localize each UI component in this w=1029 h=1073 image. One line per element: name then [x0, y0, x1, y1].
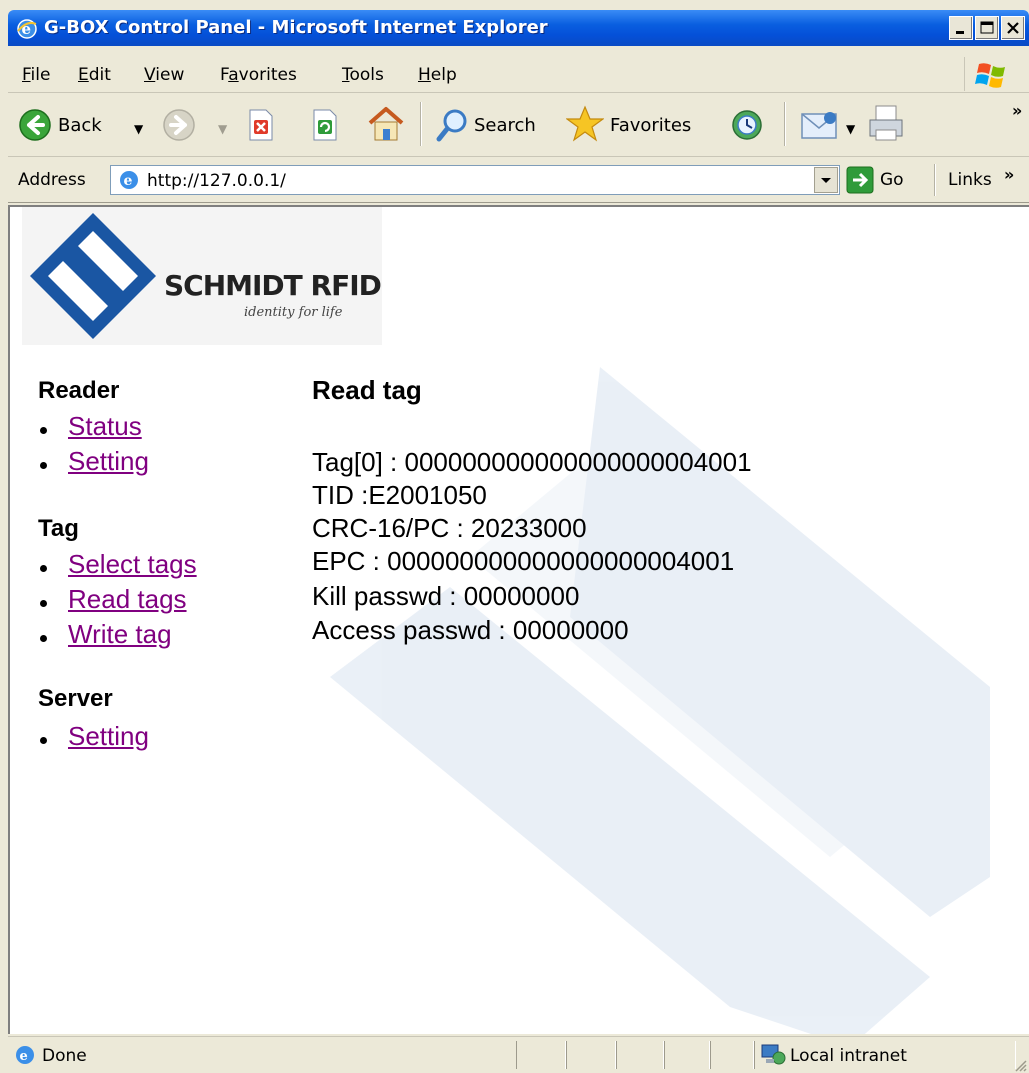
nav-heading-tag: Tag [38, 515, 79, 542]
bullet [40, 737, 47, 744]
back-dropdown-arrow-icon[interactable]: ▼ [134, 118, 143, 140]
zone-label: Local intranet [790, 1046, 907, 1066]
address-separator [934, 164, 936, 196]
search-magnifier-icon[interactable] [436, 108, 470, 142]
ie-page-icon: e [16, 1046, 34, 1064]
menu-help[interactable]: Help [418, 64, 457, 86]
nav-link-read-tags[interactable]: Read tags [68, 584, 187, 614]
nav-heading-reader: Reader [38, 377, 120, 404]
nav-heading-server: Server [38, 685, 113, 712]
back-arrow-icon[interactable] [18, 108, 52, 142]
browser-window: e G-BOX Control Panel - Microsoft Intern… [0, 0, 1029, 1073]
tag-line-tid: TID :E2001050 [312, 480, 487, 510]
chevron-down-icon [821, 178, 831, 183]
title-bar[interactable]: e G-BOX Control Panel - Microsoft Intern… [8, 10, 1029, 46]
stop-icon[interactable] [246, 108, 276, 142]
menu-file[interactable]: File [22, 64, 50, 86]
go-arrow-icon[interactable] [846, 166, 874, 194]
history-icon[interactable] [730, 108, 764, 142]
page-title: Read tag [312, 375, 422, 405]
bullet [40, 427, 47, 434]
favorites-button[interactable]: Favorites [610, 115, 691, 137]
links-button[interactable]: Links [948, 169, 992, 191]
menu-view[interactable]: View [144, 64, 184, 86]
minimize-button[interactable] [949, 16, 973, 40]
bullet [40, 462, 47, 469]
windows-flag-icon [975, 63, 1005, 88]
favorites-star-icon[interactable] [566, 105, 604, 143]
refresh-icon[interactable] [310, 108, 340, 142]
bullet [40, 565, 47, 572]
bullet [40, 600, 47, 607]
logo-tagline: identity for life [244, 305, 343, 320]
go-button[interactable]: Go [880, 169, 904, 191]
schmidt-s-logo-icon [30, 213, 156, 339]
nav-link-reader-setting[interactable]: Setting [68, 446, 149, 476]
address-label: Address [18, 170, 86, 190]
logo-name: SCHMIDT RFID [164, 269, 382, 302]
bullet [40, 635, 47, 642]
menu-bar: File Edit View Favorites Tools Help [8, 57, 1029, 93]
mail-dropdown-arrow-icon[interactable]: ▼ [846, 118, 855, 140]
nav-link-reader-status[interactable]: Status [68, 411, 142, 441]
search-button[interactable]: Search [474, 115, 536, 137]
ie-page-icon: e [120, 171, 138, 189]
address-bar: Address e http://127.0.0.1/ Go Links » [8, 158, 1029, 203]
nav-link-server-setting[interactable]: Setting [68, 721, 149, 751]
address-dropdown-button[interactable] [814, 167, 838, 193]
minimize-icon [956, 31, 964, 34]
nav-link-write-tag[interactable]: Write tag [68, 619, 172, 649]
status-text: Done [42, 1046, 87, 1066]
company-logo: SCHMIDT RFID identity for life [22, 207, 382, 345]
standard-toolbar: Back ▼ ▼ Search Favorites ▼ » [8, 94, 1029, 157]
status-panel [516, 1041, 566, 1069]
windows-flag-logo [964, 57, 1015, 91]
status-panel [710, 1041, 754, 1069]
tag-line-kill-passwd: Kill passwd : 00000000 [312, 581, 580, 611]
print-icon[interactable] [866, 104, 906, 144]
close-button[interactable] [1001, 16, 1025, 40]
tag-line-epc: EPC : 000000000000000000004001 [312, 546, 735, 576]
status-panel [566, 1041, 616, 1069]
page-content: SCHMIDT RFID identity for life Reader St… [8, 205, 1029, 1034]
maximize-button[interactable] [975, 16, 999, 40]
menu-edit[interactable]: Edit [78, 64, 111, 86]
toolbar-separator [784, 102, 786, 146]
status-bar: e Done Local intranet [8, 1036, 1029, 1073]
back-button[interactable]: Back [58, 115, 102, 137]
nav-link-select-tags[interactable]: Select tags [68, 549, 197, 579]
status-panel [616, 1041, 664, 1069]
tag-line-crc: CRC-16/PC : 20233000 [312, 513, 587, 543]
toolbar-overflow-chevron[interactable]: » [1012, 100, 1022, 122]
home-icon[interactable] [366, 105, 406, 143]
tag-line-tag-id: Tag[0] : 000000000000000000004001 [312, 447, 752, 477]
tag-line-access-passwd: Access passwd : 00000000 [312, 615, 629, 645]
menu-tools[interactable]: Tools [342, 64, 384, 86]
address-url[interactable]: http://127.0.0.1/ [147, 171, 286, 191]
forward-arrow-icon[interactable] [162, 108, 196, 142]
svg-text:e: e [124, 173, 133, 189]
window-title: G-BOX Control Panel - Microsoft Internet… [44, 17, 548, 38]
forward-dropdown-arrow-icon[interactable]: ▼ [218, 118, 227, 140]
local-intranet-icon [761, 1044, 786, 1065]
svg-text:e: e [20, 1049, 28, 1064]
links-overflow-chevron[interactable]: » [1004, 164, 1014, 186]
address-input[interactable]: e http://127.0.0.1/ [110, 165, 840, 195]
toolbar-separator [420, 102, 422, 146]
menu-favorites[interactable]: Favorites [220, 64, 297, 86]
ie-logo-icon: e [17, 19, 37, 39]
resize-grip-icon[interactable] [1013, 1058, 1027, 1072]
mail-icon[interactable] [800, 108, 840, 142]
close-icon [1007, 22, 1019, 34]
maximize-icon [980, 21, 994, 34]
status-panel [664, 1041, 710, 1069]
